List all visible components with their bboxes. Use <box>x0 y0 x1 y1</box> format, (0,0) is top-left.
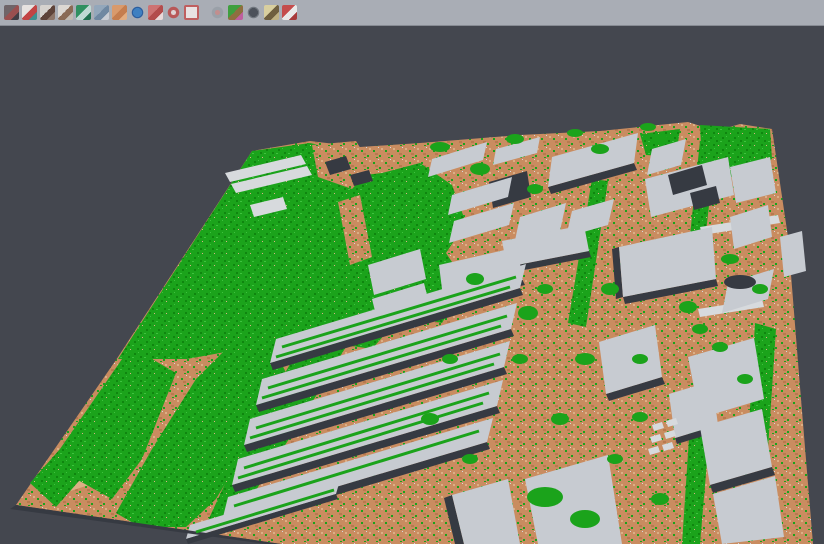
hillshade-dem-icon[interactable] <box>40 5 55 20</box>
column-view-icon[interactable] <box>94 5 109 20</box>
ortho-tile-icon[interactable] <box>112 5 127 20</box>
globe-icon[interactable] <box>130 5 145 20</box>
circle-select-icon[interactable] <box>166 5 181 20</box>
measure-annotate-icon[interactable] <box>264 5 279 20</box>
flag-bookmark-icon[interactable] <box>282 5 297 20</box>
sparse-points-icon[interactable] <box>58 5 73 20</box>
viewport-3d[interactable] <box>0 27 824 517</box>
dark-sphere-icon[interactable] <box>246 5 261 20</box>
classified-point-cloud-scene <box>0 27 824 544</box>
terrain-surface-icon[interactable] <box>76 5 91 20</box>
filter-mask-icon[interactable] <box>210 5 225 20</box>
raster-image-icon[interactable] <box>4 5 19 20</box>
rect-select-icon[interactable] <box>184 5 199 20</box>
toolbar <box>0 0 824 26</box>
classification-colors-icon[interactable] <box>228 5 243 20</box>
classified-points-icon[interactable] <box>22 5 37 20</box>
app-window <box>0 0 824 517</box>
stacked-layers-icon[interactable] <box>148 5 163 20</box>
